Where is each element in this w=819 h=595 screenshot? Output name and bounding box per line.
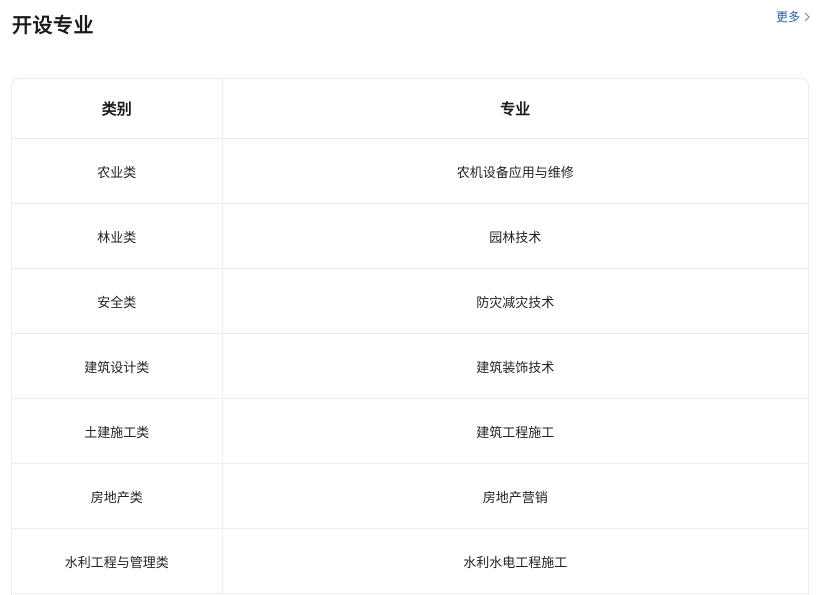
category-cell: 水利工程与管理类 [12,528,222,594]
table-row: 水利工程与管理类 水利水电工程施工 [12,528,808,594]
table-row: 农业类 农机设备应用与维修 [12,138,808,204]
header-major: 专业 [221,79,808,139]
major-cell: 农机设备应用与维修 [221,138,808,204]
majors-page: 开设专业 更多 类别 专业 农业类 农机设备应用与维修 林业类 园林技术 安全类… [0,0,819,595]
major-cell: 房地产营销 [221,463,808,529]
table-row: 建筑设计类 建筑装饰技术 [12,333,808,399]
category-cell: 林业类 [12,203,222,269]
category-cell: 农业类 [12,138,222,204]
chevron-right-icon [804,12,810,22]
header-category: 类别 [12,79,222,139]
major-cell: 建筑工程施工 [221,398,808,464]
category-cell: 安全类 [12,268,222,334]
section-title: 开设专业 [12,13,94,37]
table-row: 安全类 防灾减灾技术 [12,268,808,334]
majors-table: 类别 专业 农业类 农机设备应用与维修 林业类 园林技术 安全类 防灾减灾技术 [12,79,808,594]
major-cell: 防灾减灾技术 [221,268,808,334]
table-row: 土建施工类 建筑工程施工 [12,398,808,464]
major-cell: 园林技术 [221,203,808,269]
table-row: 房地产类 房地产营销 [12,463,808,529]
table-row: 林业类 园林技术 [12,203,808,269]
more-link[interactable]: 更多 [776,9,811,25]
more-label: 更多 [775,10,800,24]
major-cell: 水利水电工程施工 [221,528,808,594]
category-cell: 土建施工类 [12,398,222,464]
table-header-row: 类别 专业 [12,79,808,139]
category-cell: 建筑设计类 [12,333,222,399]
majors-table-container: 类别 专业 农业类 农机设备应用与维修 林业类 园林技术 安全类 防灾减灾技术 [11,78,809,595]
major-cell: 建筑装饰技术 [221,333,808,399]
category-cell: 房地产类 [12,463,222,529]
